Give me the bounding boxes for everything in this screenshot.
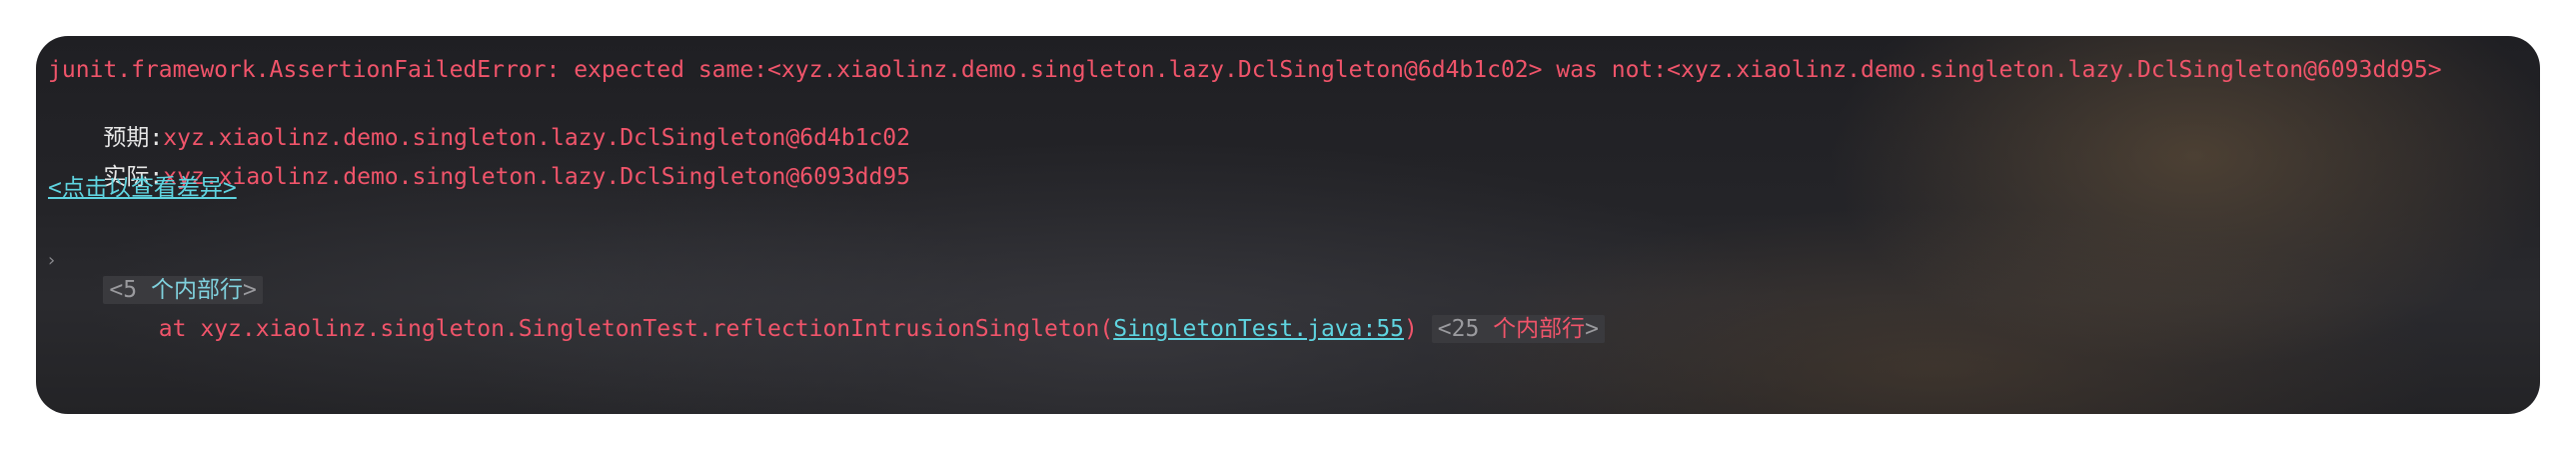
fold-count-2: <25	[1437, 316, 1494, 342]
stack-frame-close: )	[1404, 316, 1418, 342]
source-file-link[interactable]: SingletonTest.java:55	[1113, 316, 1404, 342]
fold-label-2: 个内部行	[1493, 316, 1586, 342]
actual-value: xyz.xiaolinz.demo.singleton.lazy.DclSing…	[163, 164, 910, 190]
folded-lines-toggle-2[interactable]: <25 个内部行>	[1431, 315, 1605, 343]
assertion-error-line: junit.framework.AssertionFailedError: ex…	[48, 57, 2442, 83]
view-diff-link[interactable]: <点击以查看差异>	[48, 174, 237, 202]
console-output-panel: junit.framework.AssertionFailedError: ex…	[36, 36, 2540, 414]
fold-close-2: >	[1585, 316, 1599, 342]
stack-trace-line: at xyz.xiaolinz.singleton.SingletonTest.…	[48, 287, 1605, 371]
stack-frame-text: at xyz.xiaolinz.singleton.SingletonTest.…	[103, 316, 1114, 342]
